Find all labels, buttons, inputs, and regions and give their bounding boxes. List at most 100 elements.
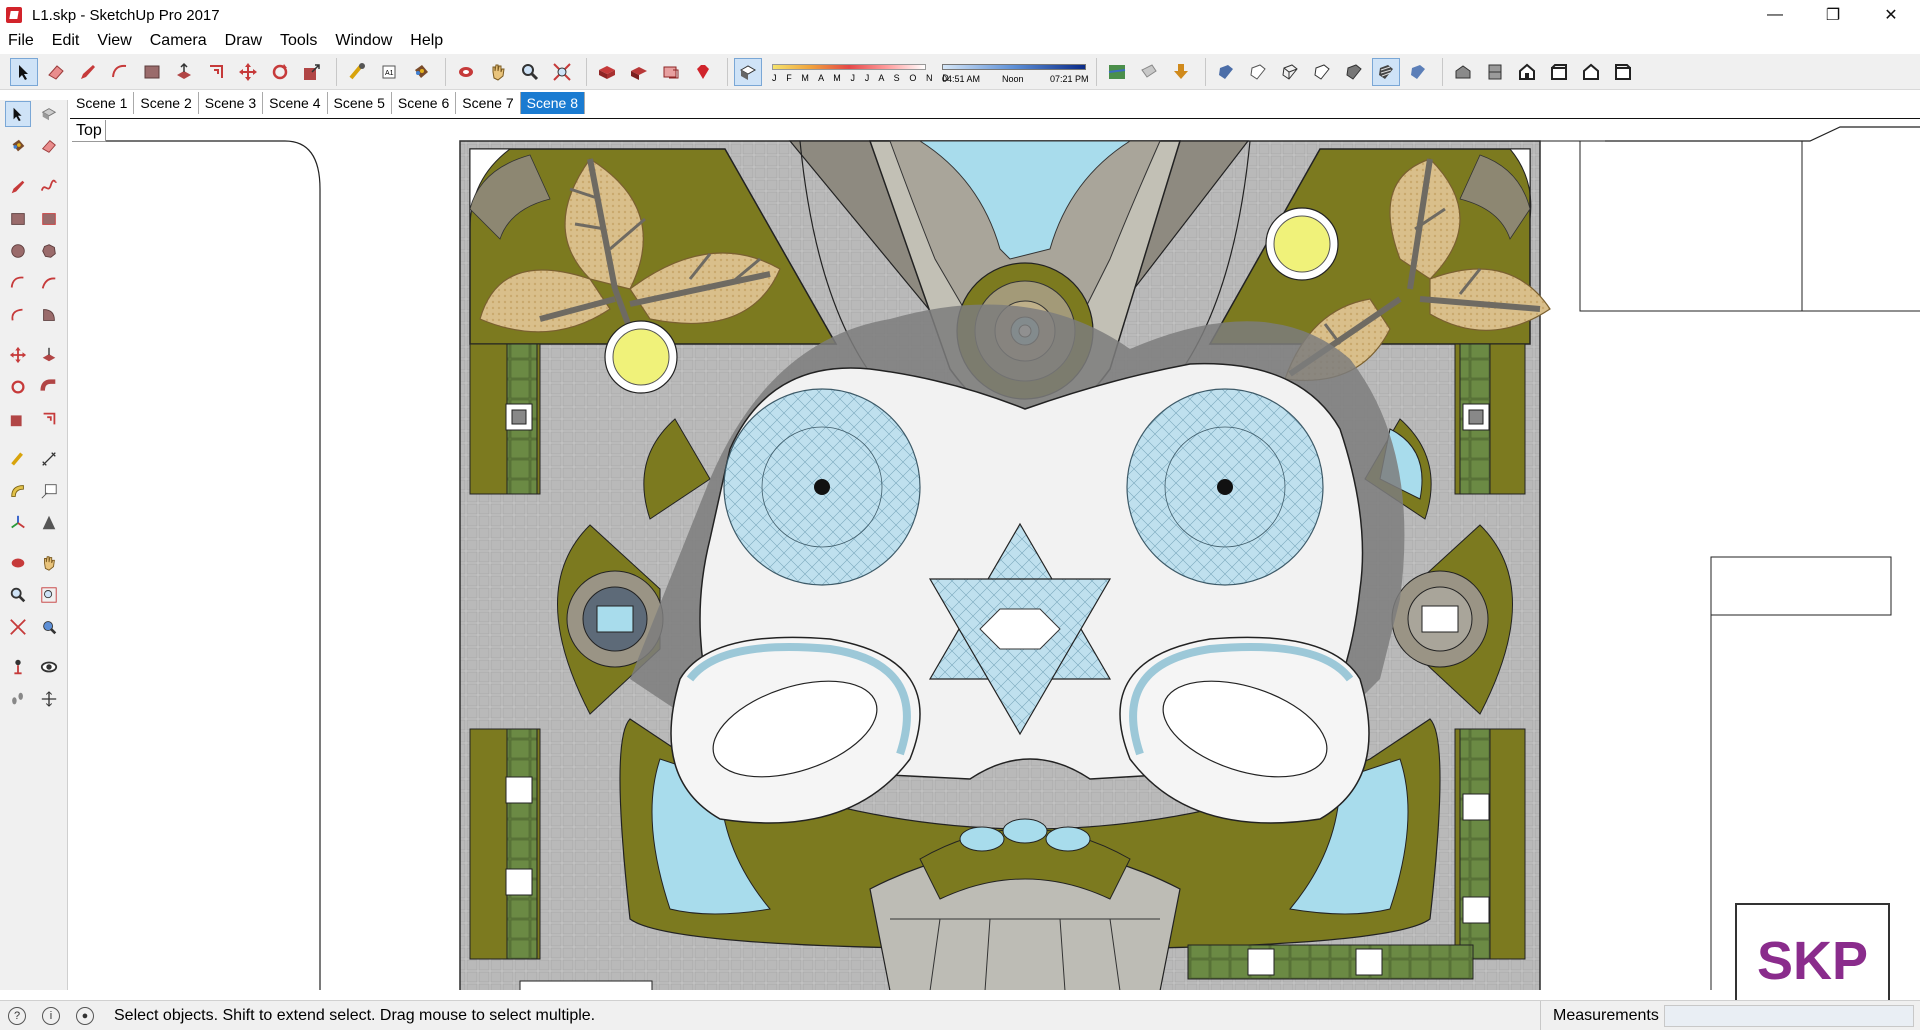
line-tool-button[interactable] [74, 58, 102, 86]
style-wireframe-button[interactable] [1276, 58, 1304, 86]
arc-tool-button[interactable] [106, 58, 134, 86]
axes-tool-button[interactable] [5, 510, 31, 536]
pan-tool-button[interactable] [36, 550, 62, 576]
tab-scene-2[interactable]: Scene 2 [134, 92, 199, 114]
menu-tools[interactable]: Tools [272, 32, 327, 50]
push-pull-button[interactable] [170, 58, 198, 86]
make-component-button[interactable] [36, 101, 62, 127]
tab-scene-1[interactable]: Scene 1 [70, 92, 135, 114]
extension-warehouse-button[interactable] [689, 58, 717, 86]
tab-scene-5[interactable]: Scene 5 [327, 92, 392, 114]
style-backedges-button[interactable] [1244, 58, 1272, 86]
three-point-arc-button[interactable] [5, 302, 31, 328]
view-top-button[interactable] [1481, 58, 1509, 86]
menu-camera[interactable]: Camera [142, 32, 217, 50]
style-textures-button[interactable] [1372, 57, 1400, 86]
zoom-tool-button[interactable] [516, 58, 544, 86]
scale-tool-button[interactable] [5, 406, 31, 432]
view-right-button[interactable] [1545, 58, 1573, 86]
zoom-extents-button[interactable] [5, 614, 31, 640]
menu-file[interactable]: File [0, 32, 44, 50]
protractor-button[interactable] [5, 478, 31, 504]
rotate-tool-button[interactable] [5, 374, 31, 400]
zoom-window-button[interactable] [36, 582, 62, 608]
geo-location-button[interactable] [1103, 58, 1131, 86]
pan-tool-button[interactable] [484, 58, 512, 86]
rotate-tool-button[interactable] [266, 58, 294, 86]
view-back-button[interactable] [1577, 58, 1605, 86]
section-plane-button[interactable] [36, 686, 62, 712]
rectangle-tool-button[interactable] [138, 58, 166, 86]
follow-me-button[interactable] [36, 374, 62, 400]
close-button[interactable]: ✕ [1862, 0, 1920, 30]
pie-tool-button[interactable] [36, 302, 62, 328]
offset-tool-button[interactable] [36, 406, 62, 432]
menu-edit[interactable]: Edit [44, 32, 90, 50]
share-model-button[interactable] [625, 58, 653, 86]
credits-info-icon[interactable]: i [42, 1006, 60, 1025]
push-pull-button[interactable] [36, 342, 62, 368]
text-tool-button[interactable] [36, 478, 62, 504]
menu-help[interactable]: Help [402, 32, 453, 50]
paint-bucket-button[interactable] [5, 133, 31, 159]
warehouse-button[interactable] [593, 58, 621, 86]
drawing-viewport[interactable] [70, 118, 1920, 990]
shadow-time-slider[interactable]: 04:51 AM Noon 07:21 PM [940, 58, 1090, 86]
zoom-extents-button[interactable] [548, 58, 576, 86]
arc-tool-button[interactable] [5, 270, 31, 296]
shadows-toggle-button[interactable] [734, 57, 762, 86]
orbit-tool-button[interactable] [452, 58, 480, 86]
select-tool-button[interactable] [5, 101, 31, 127]
look-around-button[interactable] [36, 654, 62, 680]
menu-draw[interactable]: Draw [217, 32, 272, 50]
share-component-button[interactable] [657, 58, 685, 86]
tab-scene-8[interactable]: Scene 8 [520, 92, 585, 114]
add-location-button[interactable] [1135, 58, 1163, 86]
rectangle-tool-button[interactable] [5, 206, 31, 232]
orbit-tool-button[interactable] [5, 550, 31, 576]
polygon-tool-button[interactable] [36, 238, 62, 264]
move-tool-button[interactable] [5, 342, 31, 368]
zoom-tool-button[interactable] [5, 582, 31, 608]
freehand-tool-button[interactable] [36, 174, 62, 200]
menu-view[interactable]: View [89, 32, 141, 50]
restore-button[interactable]: ❐ [1804, 0, 1862, 30]
minimize-button[interactable]: — [1746, 0, 1804, 30]
line-tool-button[interactable] [5, 174, 31, 200]
select-tool-button[interactable] [10, 57, 38, 86]
style-monochrome-button[interactable] [1404, 58, 1432, 86]
3d-text-button[interactable] [36, 510, 62, 536]
paint-bucket-button[interactable] [407, 58, 435, 86]
view-iso-button[interactable] [1449, 58, 1477, 86]
view-front-button[interactable] [1513, 58, 1541, 86]
eraser-tool-button[interactable] [36, 133, 62, 159]
walk-tool-button[interactable] [5, 686, 31, 712]
position-camera-button[interactable] [5, 654, 31, 680]
style-xray-button[interactable] [1212, 58, 1240, 86]
shadow-date-slider[interactable]: J F M A M J J A S O N D [770, 58, 949, 86]
measurements-input[interactable] [1664, 1005, 1914, 1027]
eraser-tool-button[interactable] [42, 58, 70, 86]
move-tool-button[interactable] [234, 58, 262, 86]
menu-window[interactable]: Window [327, 32, 402, 50]
tab-scene-3[interactable]: Scene 3 [198, 92, 264, 114]
view-left-button[interactable] [1609, 58, 1637, 86]
scale-tool-button[interactable] [298, 58, 326, 86]
rotated-rectangle-button[interactable] [36, 206, 62, 232]
tape-measure-button[interactable] [343, 58, 371, 86]
tab-scene-4[interactable]: Scene 4 [263, 92, 328, 114]
offset-tool-button[interactable] [202, 58, 230, 86]
tab-scene-6[interactable]: Scene 6 [391, 92, 457, 114]
site-plan-drawing[interactable] [70, 119, 1920, 990]
tape-measure-button[interactable] [5, 446, 31, 472]
circle-tool-button[interactable] [5, 238, 31, 264]
style-hidden-line-button[interactable] [1308, 58, 1336, 86]
geo-location-status-icon[interactable]: ? [8, 1006, 26, 1025]
tab-scene-7[interactable]: Scene 7 [456, 92, 521, 114]
dimension-tool-button[interactable]: A1 [375, 58, 403, 86]
previous-view-button[interactable] [36, 614, 62, 640]
user-account-icon[interactable]: ● [76, 1006, 94, 1025]
get-terrain-button[interactable] [1167, 58, 1195, 86]
two-point-arc-button[interactable] [36, 270, 62, 296]
style-shaded-button[interactable] [1340, 58, 1368, 86]
